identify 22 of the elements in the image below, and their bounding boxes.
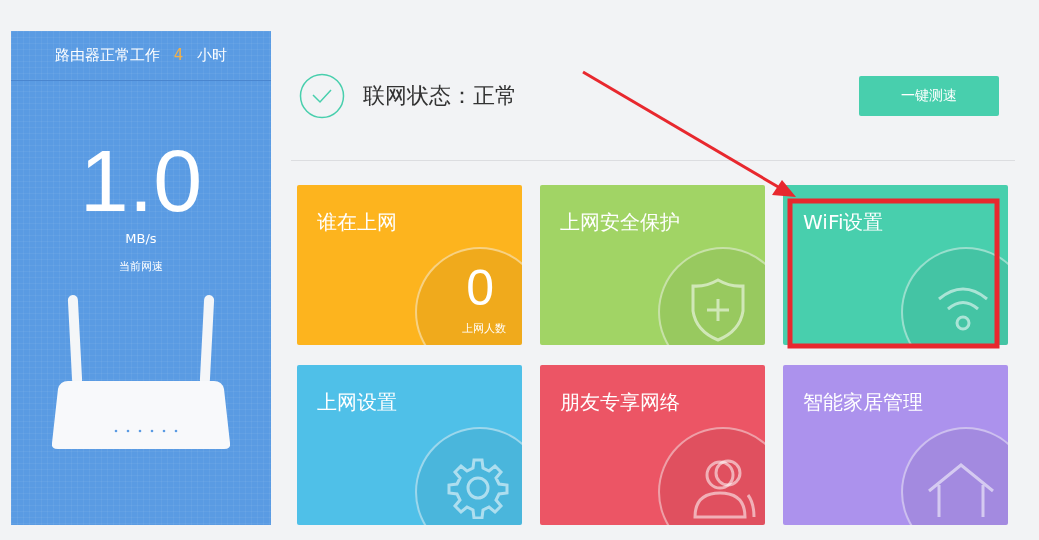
feature-tile[interactable]: 谁在上网 0 上网人数 [297, 185, 522, 345]
online-count: 0 [466, 263, 494, 313]
uptime-hours: 4 [173, 45, 184, 67]
tile-title: 上网设置 [317, 390, 397, 414]
feature-tile[interactable]: 上网安全保护 [540, 185, 765, 345]
speed-value: 1.0 [79, 137, 203, 225]
feature-tile[interactable]: 上网设置 [297, 365, 522, 525]
online-count-label: 上网人数 [462, 321, 506, 337]
tile-title: 智能家居管理 [803, 390, 923, 414]
network-status: 联网状态：正常 [363, 82, 517, 110]
feature-tile[interactable]: 智能家居管理 [783, 365, 1008, 525]
speed-unit: MB/s [125, 230, 157, 248]
feature-tile[interactable]: WiFi设置 [783, 185, 1008, 345]
tile-title: 谁在上网 [317, 210, 397, 234]
tile-title: 朋友专享网络 [560, 390, 680, 414]
feature-tile[interactable]: 朋友专享网络 [540, 365, 765, 525]
speed-label: 当前网速 [119, 258, 163, 275]
uptime-label: 路由器正常工作 [54, 45, 160, 67]
tile-title: WiFi设置 [803, 210, 884, 234]
tile-title: 上网安全保护 [560, 210, 680, 234]
speed-test-button[interactable]: 一键测速 [859, 75, 999, 116]
uptime-unit: 小时 [197, 45, 228, 67]
